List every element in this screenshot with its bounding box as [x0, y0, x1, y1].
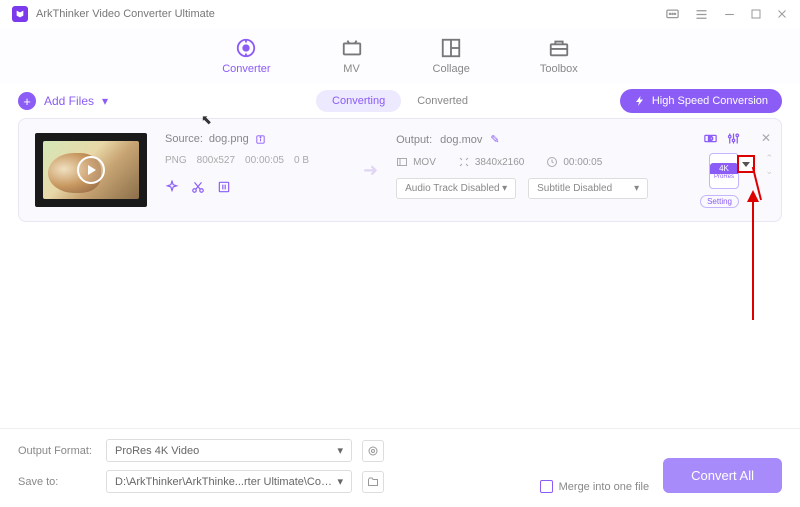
adjust-icon[interactable] — [726, 131, 741, 146]
titlebar: ArkThinker Video Converter Ultimate — [0, 0, 800, 28]
tab-mv[interactable]: MV — [341, 37, 363, 75]
minimize-icon[interactable] — [723, 8, 736, 21]
format-settings-icon[interactable] — [362, 440, 384, 462]
compress-icon[interactable]: ID — [703, 131, 718, 146]
toolbar: + Add Files ▾ Converting Converted High … — [0, 84, 800, 118]
output-label: Output: — [396, 134, 432, 146]
mv-icon — [341, 37, 363, 59]
save-to-label: Save to: — [18, 476, 96, 488]
chevron-down-icon: ▾ — [102, 94, 108, 108]
chevron-down-icon: ▾ — [337, 444, 343, 457]
close-icon[interactable] — [776, 8, 788, 20]
format-badge[interactable]: 4K ProRes — [709, 153, 739, 189]
maximize-icon[interactable] — [750, 8, 762, 20]
plus-icon: + — [18, 92, 36, 110]
arrow-right-icon: ➜ — [363, 160, 378, 181]
audio-track-select[interactable]: Audio Track Disabled▾ — [396, 178, 516, 199]
out-resolution: 3840x2160 — [475, 157, 525, 168]
play-icon — [77, 156, 105, 184]
tab-converter[interactable]: Converter — [222, 37, 270, 75]
resolution-icon — [458, 156, 470, 168]
out-duration: 00:00:05 — [563, 157, 602, 168]
app-logo — [12, 6, 28, 22]
output-format-label: Output Format: — [18, 445, 96, 457]
chevron-down-icon: ▾ — [337, 475, 343, 488]
film-icon — [396, 156, 408, 168]
add-files-button[interactable]: + Add Files ▾ — [18, 92, 108, 110]
annotation-arrow — [752, 200, 754, 320]
cut-icon[interactable] — [191, 180, 205, 194]
src-resolution: 800x527 — [197, 155, 235, 166]
collage-icon — [440, 37, 462, 59]
src-duration: 00:00:05 — [245, 155, 284, 166]
out-format: MOV — [413, 157, 436, 168]
svg-text:ID: ID — [708, 136, 713, 142]
checkbox-icon — [540, 480, 553, 493]
merge-checkbox[interactable]: Merge into one file — [540, 480, 650, 493]
chevron-down-icon: ▾ — [502, 183, 507, 194]
enhance-icon[interactable] — [217, 180, 231, 194]
remove-item-button[interactable]: ✕ — [761, 131, 771, 145]
magic-icon[interactable] — [165, 180, 179, 194]
app-title: ArkThinker Video Converter Ultimate — [36, 8, 215, 20]
bottom-bar: Output Format: ProRes 4K Video▾ Save to:… — [0, 428, 800, 507]
bolt-icon — [634, 95, 646, 107]
chat-icon[interactable] — [665, 7, 680, 22]
main-tabs: Converter MV Collage Toolbox — [0, 28, 800, 84]
chevron-down-icon: ▾ — [634, 183, 639, 194]
output-format-select[interactable]: ProRes 4K Video▾ — [106, 439, 352, 462]
toolbox-icon — [548, 37, 570, 59]
converter-icon — [235, 37, 257, 59]
convert-all-button[interactable]: Convert All — [663, 458, 782, 493]
subtitle-select[interactable]: Subtitle Disabled▾ — [528, 178, 648, 199]
src-format: PNG — [165, 155, 187, 166]
move-up-icon[interactable]: ⌃ — [765, 153, 773, 164]
edit-name-icon[interactable]: ✎ — [490, 133, 499, 146]
high-speed-conversion-button[interactable]: High Speed Conversion — [620, 89, 782, 113]
clock-icon — [546, 156, 558, 168]
settings-button[interactable]: Setting — [700, 195, 739, 208]
source-filename: dog.png — [209, 133, 249, 145]
src-size: 0 B — [294, 155, 309, 166]
menu-icon[interactable] — [694, 7, 709, 22]
tab-collage[interactable]: Collage — [433, 37, 470, 75]
subtab-converted[interactable]: Converted — [401, 90, 484, 112]
tab-toolbox[interactable]: Toolbox — [540, 37, 578, 75]
open-folder-icon[interactable] — [362, 471, 384, 493]
subtab-converting[interactable]: Converting — [316, 90, 401, 112]
save-to-select[interactable]: D:\ArkThinker\ArkThinke...rter Ultimate\… — [106, 470, 352, 493]
info-icon[interactable] — [255, 134, 266, 145]
source-label: Source: — [165, 133, 203, 145]
file-item: Source: dog.png PNG 800x527 00:00:05 0 B… — [18, 118, 782, 222]
move-down-icon[interactable]: ⌄ — [765, 166, 773, 177]
video-thumbnail[interactable] — [35, 133, 147, 207]
output-filename: dog.mov — [440, 134, 482, 146]
